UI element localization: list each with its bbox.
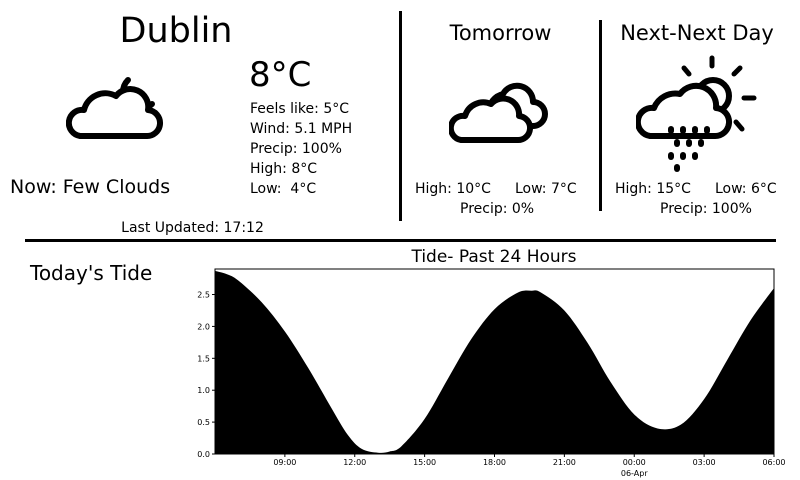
y-tick-label: 2.5 — [197, 291, 210, 300]
tide-area — [215, 270, 774, 454]
x-tick-label: 15:00 — [413, 458, 436, 467]
x-date-label: 06-Apr — [621, 469, 648, 478]
x-tick-label: 18:00 — [483, 458, 506, 467]
x-tick-label: 12:00 — [343, 458, 366, 467]
x-tick-label: 06:00 — [762, 458, 785, 467]
x-tick-label: 03:00 — [693, 458, 716, 467]
x-tick-label: 21:00 — [553, 458, 576, 467]
tide-chart: 0.0 0.5 1.0 1.5 2.0 2.5 09:00 12:00 15:00 18:00 21… — [197, 268, 786, 478]
y-tick-label: 1.0 — [197, 386, 210, 395]
x-tick-label: 09:00 — [273, 458, 296, 467]
y-tick-label: 0.5 — [197, 418, 210, 427]
x-tick-label: 00:00 — [623, 458, 646, 467]
y-tick-label: 0.0 — [197, 450, 210, 459]
y-tick-label: 2.0 — [197, 322, 210, 331]
y-tick-label: 1.5 — [197, 354, 210, 363]
